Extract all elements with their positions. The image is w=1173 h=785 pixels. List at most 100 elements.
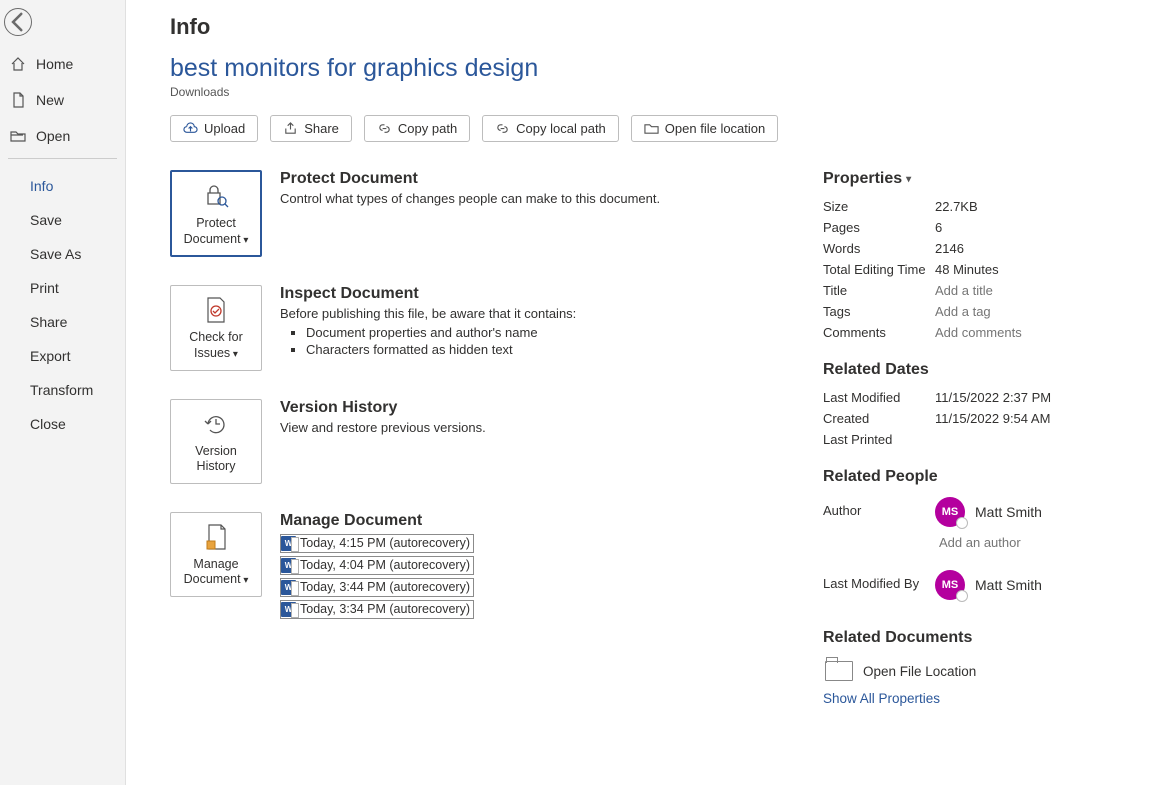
created-label: Created [823,411,935,426]
open-folder-icon [10,128,26,144]
related-people-heading: Related People [823,468,1133,486]
nav-close[interactable]: Close [0,407,125,441]
protect-heading: Protect Document [280,170,660,188]
nav-save[interactable]: Save [0,203,125,237]
comments-value[interactable]: Add comments [935,325,1022,340]
chevron-down-icon: ▾ [906,174,911,185]
related-documents-heading: Related Documents [823,629,1133,647]
manage-document-button[interactable]: Manage Document [170,512,262,597]
nav-open-label: Open [36,128,70,144]
protect-btn-line1: Protect [196,216,236,232]
open-file-location-button[interactable]: Open file location [631,115,778,142]
action-bar: Upload Share Copy path Copy local path O… [170,115,1133,142]
new-doc-icon [10,92,26,108]
author-person[interactable]: MS Matt Smith [935,497,1042,527]
link-icon [377,121,392,136]
manage-btn-line2: Document [184,572,249,588]
modifier-person[interactable]: MS Matt Smith [935,570,1042,600]
copy-local-path-button[interactable]: Copy local path [482,115,619,142]
manage-heading: Manage Document [280,512,474,530]
created-value: 11/15/2022 9:54 AM [935,411,1050,426]
copy-local-path-label: Copy local path [516,121,606,136]
nav-info[interactable]: Info [0,169,125,203]
page-title: Info [170,14,1133,40]
add-author-link[interactable]: Add an author [939,535,1042,550]
back-button[interactable] [4,8,32,36]
nav-open[interactable]: Open [0,118,125,154]
title-label: Title [823,283,935,298]
edit-time-value: 48 Minutes [935,262,999,277]
vh-heading: Version History [280,399,486,417]
open-file-location-link[interactable]: Open File Location [823,655,1133,691]
home-icon [10,56,26,72]
last-modified-label: Last Modified [823,390,935,405]
protect-btn-line2: Document [184,232,249,248]
doc-icon [204,521,228,553]
inspect-heading: Inspect Document [280,285,576,303]
avatar: MS [935,497,965,527]
check-for-issues-button[interactable]: Check for Issues [170,285,262,370]
show-all-properties-link[interactable]: Show All Properties [823,691,1133,706]
nav-divider [8,158,117,159]
nav-export[interactable]: Export [0,339,125,373]
main-content: Info best monitors for graphics design D… [126,0,1173,785]
inspect-issue: Document properties and author's name [306,325,576,340]
upload-button[interactable]: Upload [170,115,258,142]
pages-label: Pages [823,220,935,235]
inspect-issue: Characters formatted as hidden text [306,342,576,357]
size-value: 22.7KB [935,199,978,214]
upload-icon [183,121,198,136]
properties-heading[interactable]: Properties▾ [823,170,1133,188]
protect-desc: Control what types of changes people can… [280,191,660,206]
words-label: Words [823,241,935,256]
last-modified-value: 11/15/2022 2:37 PM [935,390,1051,405]
autorecovery-version[interactable]: WToday, 4:15 PM (autorecovery) [280,534,474,553]
history-icon [203,408,229,440]
nav-new-label: New [36,92,64,108]
inspect-btn-line1: Check for [189,330,243,346]
nav-share[interactable]: Share [0,305,125,339]
edit-time-label: Total Editing Time [823,262,935,277]
title-value[interactable]: Add a title [935,283,993,298]
folder-icon [644,121,659,136]
folder-icon [825,661,853,681]
tags-label: Tags [823,304,935,319]
size-label: Size [823,199,935,214]
avatar: MS [935,570,965,600]
backstage-sidebar: Home New Open Info Save Save As Print Sh… [0,0,126,785]
nav-transform[interactable]: Transform [0,373,125,407]
inspect-btn-line2: Issues [194,346,238,362]
autorecovery-version[interactable]: WToday, 3:34 PM (autorecovery) [280,600,474,619]
nav-home[interactable]: Home [0,46,125,82]
inspect-desc: Before publishing this file, be aware th… [280,306,576,321]
last-printed-label: Last Printed [823,432,935,447]
copy-path-label: Copy path [398,121,457,136]
version-history-button[interactable]: Version History [170,399,262,484]
protect-document-button[interactable]: Protect Document [170,170,262,257]
tags-value[interactable]: Add a tag [935,304,991,319]
word-file-icon: W [281,602,296,617]
document-location: Downloads [170,85,1133,99]
nav-home-label: Home [36,56,73,72]
link-icon [495,121,510,136]
autorecovery-version[interactable]: WToday, 3:44 PM (autorecovery) [280,578,474,597]
autorecovery-version[interactable]: WToday, 4:04 PM (autorecovery) [280,556,474,575]
upload-label: Upload [204,121,245,136]
nav-new[interactable]: New [0,82,125,118]
share-icon [283,121,298,136]
words-value: 2146 [935,241,964,256]
share-label: Share [304,121,339,136]
manage-btn-line1: Manage [193,557,238,573]
copy-path-button[interactable]: Copy path [364,115,470,142]
pages-value: 6 [935,220,942,235]
nav-print[interactable]: Print [0,271,125,305]
vh-desc: View and restore previous versions. [280,420,486,435]
last-modified-by-label: Last Modified By [823,570,935,591]
nav-save-as[interactable]: Save As [0,237,125,271]
lock-search-icon [201,180,231,212]
vh-btn-line2: History [197,459,236,475]
arrow-left-icon [5,9,31,35]
vh-btn-line1: Version [195,444,237,460]
word-file-icon: W [281,536,296,551]
share-button[interactable]: Share [270,115,352,142]
